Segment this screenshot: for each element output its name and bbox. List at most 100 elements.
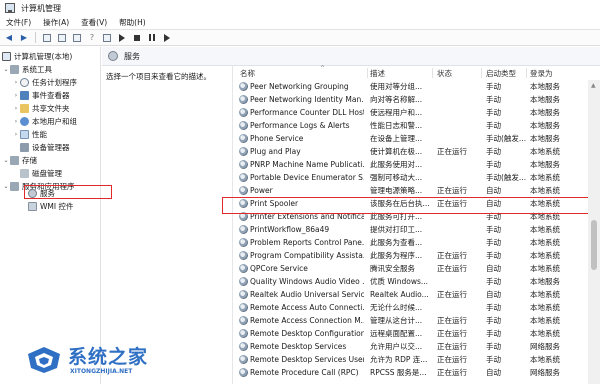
- service-status: [437, 158, 484, 171]
- service-name: Remote Desktop Services: [250, 342, 347, 351]
- chevron-down-icon[interactable]: ⌄: [2, 66, 10, 73]
- tree-item-wmi-control[interactable]: WMI 控件: [28, 200, 73, 212]
- service-row[interactable]: Remote Access Auto Connecti... 无论什么时候... 手…: [234, 301, 600, 314]
- service-row[interactable]: Plug and Play 使计算机在极... 正在运行 手动 本地系统: [234, 145, 600, 158]
- service-row[interactable]: Phone Service 在设备上管理... 手动(触发... 本地服务: [234, 132, 600, 145]
- menu-view[interactable]: 查看(V): [81, 17, 107, 28]
- service-startup-type: 自动: [486, 186, 501, 195]
- list-view-icon[interactable]: [56, 32, 68, 44]
- service-row[interactable]: PNRP Machine Name Publicati... 此服务使用对... 手…: [234, 158, 600, 171]
- column-desc-label: 描述: [370, 68, 385, 78]
- vertical-scrollbar[interactable]: ▲: [588, 80, 600, 384]
- scroll-up-icon[interactable]: ▲: [591, 82, 596, 89]
- chevron-right-icon[interactable]: ›: [12, 92, 20, 99]
- service-logon: 本地系统: [530, 290, 560, 299]
- service-status: 正在运行: [437, 290, 467, 299]
- play-icon[interactable]: [116, 32, 128, 44]
- service-row[interactable]: Portable Device Enumerator S... 强制可移动大...…: [234, 171, 600, 184]
- service-gear-icon: [239, 108, 248, 117]
- back-arrow-icon[interactable]: ◀: [3, 32, 15, 44]
- service-name: Plug and Play: [250, 147, 301, 156]
- chevron-right-icon[interactable]: ›: [12, 105, 20, 112]
- column-divider[interactable]: [526, 68, 527, 78]
- tree-item-storage[interactable]: ⌄ 存储: [2, 154, 37, 166]
- service-status: [437, 301, 484, 314]
- service-description: 优质 Windows...: [370, 277, 429, 286]
- service-startup-type: 手动: [486, 355, 501, 364]
- export-list-icon[interactable]: [71, 32, 83, 44]
- forward-arrow-icon[interactable]: ▶: [18, 32, 30, 44]
- help-icon[interactable]: ?: [86, 32, 98, 44]
- column-divider[interactable]: [367, 68, 368, 78]
- properties-icon[interactable]: [101, 32, 113, 44]
- stop-icon[interactable]: [131, 32, 143, 44]
- service-logon: 本地服务: [530, 160, 560, 169]
- service-logon: 本地系统: [530, 355, 560, 364]
- column-header-startup-type[interactable]: 启动类型: [486, 66, 528, 80]
- tree-item-computer-management[interactable]: 计算机管理(本地): [2, 50, 72, 62]
- tree-item-event-viewer[interactable]: › 事件查看器: [12, 89, 70, 101]
- wmi-icon: [28, 201, 37, 211]
- service-row[interactable]: Performance Logs & Alerts 性能日志和警... 手动 本地服务: [234, 119, 600, 132]
- tree-item-label: 系统工具: [22, 64, 52, 74]
- service-row[interactable]: Remote Desktop Configuration 远程桌面配置... 正在运…: [234, 327, 600, 340]
- tree-item-local-users[interactable]: › 本地用户和组: [12, 115, 77, 127]
- service-name: PrintWorkflow_86a49: [250, 225, 330, 234]
- menu-action[interactable]: 操作(A): [43, 17, 69, 28]
- column-divider[interactable]: [481, 68, 482, 78]
- service-row[interactable]: Peer Networking Identity Man... 向对等名称解...…: [234, 93, 600, 106]
- service-startup-type: 手动: [486, 277, 501, 286]
- chevron-right-icon[interactable]: ›: [12, 118, 20, 125]
- service-row[interactable]: PrintWorkflow_86a49 提供对打印工... 手动 本地系统: [234, 223, 600, 236]
- service-row[interactable]: Program Compatibility Assista... 此服务为程序..…: [234, 249, 600, 262]
- tree-item-device-manager[interactable]: 设备管理器: [20, 141, 70, 153]
- tree-item-disk-management[interactable]: 磁盘管理: [20, 167, 62, 179]
- column-header-logon[interactable]: 登录为: [530, 66, 586, 80]
- service-row[interactable]: Performance Counter DLL Host 使远程用户和... 手动 本…: [234, 106, 600, 119]
- service-name: PNRP Machine Name Publicati...: [250, 160, 364, 169]
- service-row[interactable]: Remote Desktop Services User... 允许为 RDP 连…: [234, 353, 600, 366]
- service-gear-icon: [239, 121, 248, 130]
- service-startup-type: 手动: [486, 329, 501, 338]
- title-bar: 计算机管理: [0, 0, 600, 16]
- service-row[interactable]: Remote Access Connection M... 管理从这台计... 正在…: [234, 314, 600, 327]
- menu-help[interactable]: 帮助(H): [119, 17, 146, 28]
- service-startup-type: 自动: [486, 368, 501, 377]
- users-icon: [20, 116, 29, 126]
- chevron-down-icon[interactable]: ⌄: [2, 157, 10, 164]
- service-row[interactable]: Remote Desktop Services 允许用户以交... 正在运行 手动 网络…: [234, 340, 600, 353]
- service-row[interactable]: Peer Networking Grouping 使用对等分组... 手动 本地服务: [234, 80, 600, 93]
- column-divider[interactable]: [432, 68, 433, 78]
- restart-icon[interactable]: [161, 32, 173, 44]
- service-description: 此服务为查看...: [370, 238, 423, 247]
- service-gear-icon: [239, 95, 248, 104]
- console-tree-icon[interactable]: [41, 32, 53, 44]
- column-header-name[interactable]: 名称 ^: [240, 65, 368, 80]
- service-startup-type: 手动: [486, 82, 501, 91]
- service-description: 此服务使用对...: [370, 160, 423, 169]
- chevron-down-icon[interactable]: ⌄: [2, 183, 10, 190]
- menu-file[interactable]: 文件(F): [6, 17, 31, 28]
- column-name-label: 名称: [240, 68, 255, 78]
- chevron-right-icon[interactable]: ›: [12, 79, 20, 86]
- service-row[interactable]: Quality Windows Audio Video ... 优质 Window…: [234, 275, 600, 288]
- pause-icon[interactable]: [146, 32, 158, 44]
- service-name: Performance Counter DLL Host: [250, 108, 364, 117]
- service-row[interactable]: Remote Procedure Call (RPC) RPCSS 服务是... 正…: [234, 366, 600, 379]
- tree-item-task-scheduler[interactable]: › 任务计划程序: [12, 76, 77, 88]
- tree-item-system-tools[interactable]: ⌄ 系统工具: [2, 63, 52, 75]
- tools-icon: [10, 64, 19, 74]
- chevron-right-icon[interactable]: ›: [12, 131, 20, 138]
- tree-item-performance[interactable]: › 性能: [12, 128, 47, 140]
- service-row[interactable]: Power 管理电源策略... 正在运行 自动 本地系统: [234, 184, 600, 197]
- service-description: 提供对打印工...: [370, 225, 423, 234]
- service-logon: 本地系统: [530, 186, 560, 195]
- service-row[interactable]: Realtek Audio Universal Service Realtek A…: [234, 288, 600, 301]
- tree-item-shared-folders[interactable]: › 共享文件夹: [12, 102, 70, 114]
- service-row[interactable]: QPCore Service 腾讯安全服务 正在运行 自动 本地系统: [234, 262, 600, 275]
- column-header-status[interactable]: 状态: [437, 66, 483, 80]
- scrollbar-thumb[interactable]: [591, 220, 597, 270]
- service-row[interactable]: Problem Reports Control Pane... 此服务为查看...…: [234, 236, 600, 249]
- service-startup-type: 手动: [486, 316, 501, 325]
- column-header-description[interactable]: 描述: [370, 66, 434, 80]
